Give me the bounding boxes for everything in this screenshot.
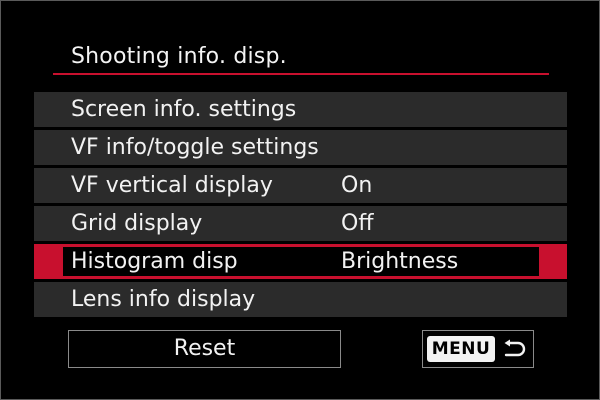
menu-item-lens-info-display[interactable]: Lens info display [34,282,567,317]
menu-item-label: Lens info display [71,287,256,312]
menu-item-value: On [341,173,373,198]
camera-menu-screen: Shooting info. disp. Screen info. settin… [0,0,600,400]
menu-item-value: Brightness [341,249,459,274]
return-arrow-icon [504,339,526,357]
menu-item-label: Screen info. settings [71,97,297,122]
menu-button-label: MENU [427,336,495,362]
menu-item-label: VF vertical display [71,173,273,198]
page-title: Shooting info. disp. [71,44,287,69]
menu-item-histogram-disp[interactable]: Histogram disp Brightness [34,244,567,279]
menu-item-label: VF info/toggle settings [71,135,319,160]
menu-item-grid-display[interactable]: Grid display Off [34,206,567,241]
menu-item-label: Histogram disp [71,249,238,274]
menu-item-value: Off [341,211,374,236]
menu-item-label: Grid display [71,211,203,236]
menu-back-button[interactable]: MENU [422,330,534,368]
settings-menu: Screen info. settings VF info/toggle set… [34,92,567,320]
title-divider [53,73,549,75]
menu-item-screen-info-settings[interactable]: Screen info. settings [34,92,567,127]
menu-item-vf-vertical-display[interactable]: VF vertical display On [34,168,567,203]
reset-button[interactable]: Reset [68,330,341,368]
menu-item-vf-info-toggle-settings[interactable]: VF info/toggle settings [34,130,567,165]
